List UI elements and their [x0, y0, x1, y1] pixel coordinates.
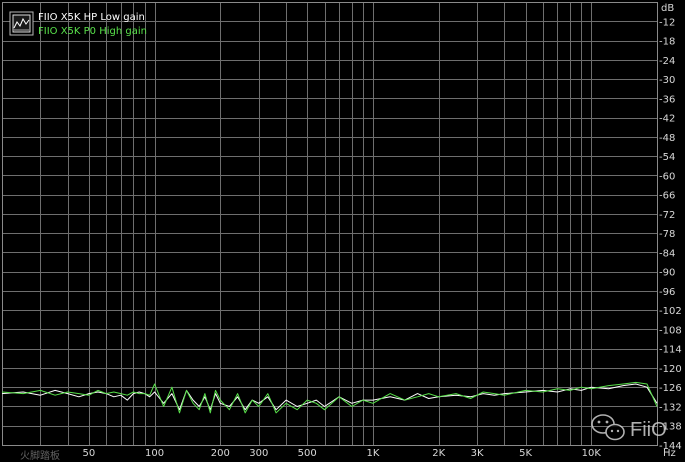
y-tick-label: -48 [659, 133, 675, 144]
chart: -12 -18 -24 -30 -36 -42 -48 -54 -60 -66 -72 -78 -84 -… [0, 0, 685, 462]
y-tick-label: -90 [659, 268, 675, 279]
y-tick-label: -60 [659, 171, 675, 182]
y-tick-label: -132 [659, 402, 682, 413]
y-tick-label: -120 [659, 364, 682, 375]
x-tick-label: 5K [519, 448, 532, 459]
x-tick-label: 500 [298, 448, 317, 459]
x-tick-label: 2K [432, 448, 445, 459]
x-tick-label: 1K [366, 448, 379, 459]
y-tick-label: -78 [659, 229, 675, 240]
y-tick-label: -126 [659, 383, 682, 394]
y-tick-label: -114 [659, 345, 682, 356]
x-tick-label: 3K [471, 448, 484, 459]
y-tick-label: -72 [659, 210, 675, 221]
y-tick-label: -30 [659, 75, 675, 86]
y-tick-label: -42 [659, 114, 675, 125]
y-tick-label: -12 [659, 17, 675, 28]
y-tick-label: -96 [659, 287, 675, 298]
y-axis-unit: dB [661, 3, 674, 14]
y-tick-label: -18 [659, 37, 675, 48]
x-tick-label: 10K [582, 448, 602, 459]
y-tick-label: -36 [659, 94, 675, 105]
watermark-left: 火脚踏板 [20, 449, 60, 462]
y-tick-label: -84 [659, 248, 675, 259]
legend-entry-series-2: FIIO X5K P0 High gain [38, 26, 147, 37]
y-tick-label: -108 [659, 325, 682, 336]
y-tick-label: -24 [659, 56, 675, 67]
x-axis-unit: Hz [663, 448, 676, 459]
y-tick-label: -66 [659, 191, 675, 202]
x-tick-label: 100 [145, 448, 164, 459]
watermark-brand: FiiO [630, 419, 667, 441]
y-tick-label: -102 [659, 306, 682, 317]
x-tick-label: 50 [83, 448, 96, 459]
legend-icon [9, 11, 34, 36]
legend-entry-series-1: FIIO X5K HP Low gain [38, 12, 145, 23]
y-tick-label: -54 [659, 152, 675, 163]
x-tick-label: 200 [211, 448, 230, 459]
x-tick-label: 300 [249, 448, 268, 459]
